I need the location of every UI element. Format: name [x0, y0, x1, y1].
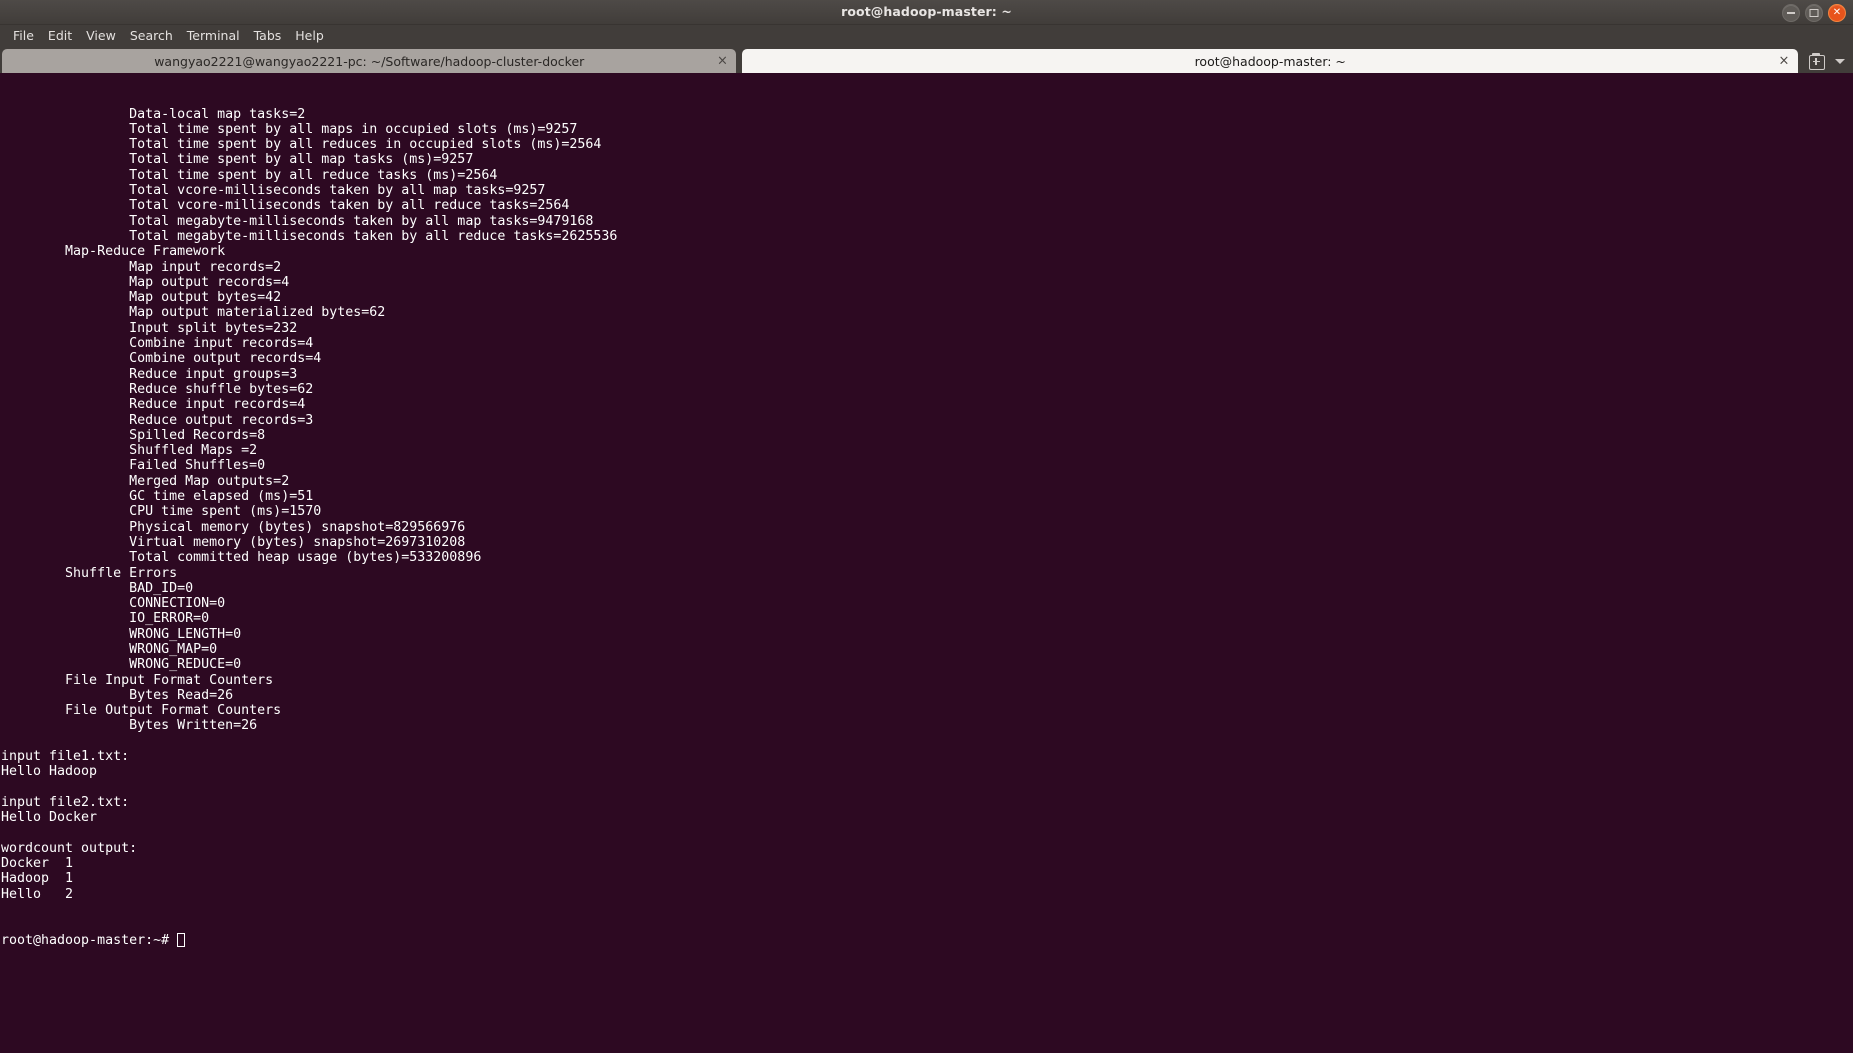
tab-close-icon[interactable]: × — [1778, 55, 1790, 68]
terminal-line: Shuffled Maps =2 — [1, 443, 258, 459]
terminal-line: WRONG_REDUCE=0 — [1, 657, 242, 673]
terminal-line: Map output records=4 — [1, 274, 290, 290]
terminal-body: Data-local map tasks=2 Total time spent … — [0, 107, 1853, 902]
terminal-line: Total time spent by all reduce tasks (ms… — [1, 167, 498, 183]
terminal-prompt-line: root@hadoop-master:~# — [0, 932, 1853, 948]
terminal-line: BAD_ID=0 — [1, 580, 194, 596]
chevron-down-icon[interactable] — [1835, 59, 1845, 64]
terminal-line: Hadoop 1 — [1, 871, 74, 887]
close-button[interactable]: ✕ — [1828, 4, 1846, 22]
menu-item-tabs[interactable]: Tabs — [247, 26, 289, 46]
terminal-line: Bytes Written=26 — [1, 718, 258, 734]
shell-prompt: root@hadoop-master:~# — [1, 932, 178, 948]
new-tab-icon[interactable] — [1808, 53, 1825, 70]
terminal-line: GC time elapsed (ms)=51 — [1, 489, 314, 505]
terminal-line: Hello 2 — [1, 886, 74, 902]
text-cursor — [177, 932, 186, 947]
terminal-line: Map output bytes=42 — [1, 290, 282, 306]
terminal-line: Docker 1 — [1, 856, 74, 872]
terminal-line: Reduce input records=4 — [1, 397, 306, 413]
terminal-line: Data-local map tasks=2 — [1, 106, 306, 122]
terminal-line: Combine input records=4 — [1, 336, 314, 352]
menu-item-help[interactable]: Help — [288, 26, 331, 46]
close-icon: ✕ — [1832, 7, 1842, 18]
title-bar: root@hadoop-master: ~ ✕ — [0, 0, 1853, 25]
terminal-line: Total megabyte-milliseconds taken by all… — [1, 228, 618, 244]
minimize-icon — [1787, 12, 1795, 14]
minimize-button[interactable] — [1782, 4, 1800, 22]
terminal-line: wordcount output: — [1, 840, 138, 856]
terminal-line: Hello Docker — [1, 810, 98, 826]
tab-hadoop-master[interactable]: root@hadoop-master: ~ × — [742, 49, 1798, 73]
tab-bar: wangyao2221@wangyao2221-pc: ~/Software/h… — [0, 46, 1853, 73]
terminal-line: WRONG_LENGTH=0 — [1, 626, 242, 642]
terminal-line: Input split bytes=232 — [1, 320, 298, 336]
terminal-line: File Output Format Counters — [1, 703, 290, 719]
tab-hadoop-cluster-docker[interactable]: wangyao2221@wangyao2221-pc: ~/Software/h… — [2, 49, 737, 73]
maximize-button[interactable] — [1805, 4, 1823, 22]
terminal-line: input file2.txt: — [1, 794, 130, 810]
tab-label: wangyao2221@wangyao2221-pc: ~/Software/h… — [154, 53, 585, 69]
terminal-line: Failed Shuffles=0 — [1, 458, 266, 474]
terminal-line: Physical memory (bytes) snapshot=8295669… — [1, 519, 466, 535]
maximize-icon — [1809, 9, 1819, 17]
terminal-line: Total time spent by all reduces in occup… — [1, 137, 602, 153]
terminal-line: Total vcore-milliseconds taken by all re… — [1, 198, 570, 214]
terminal-line: Shuffle Errors — [1, 565, 178, 581]
menu-item-search[interactable]: Search — [123, 26, 180, 46]
terminal-line: Bytes Read=26 — [1, 687, 234, 703]
menu-item-terminal[interactable]: Terminal — [180, 26, 247, 46]
terminal-line: WRONG_MAP=0 — [1, 641, 218, 657]
terminal-line: Map input records=2 — [1, 259, 282, 275]
terminal-line: IO_ERROR=0 — [1, 611, 210, 627]
terminal-line: Spilled Records=8 — [1, 427, 266, 443]
terminal-line: Virtual memory (bytes) snapshot=26973102… — [1, 534, 466, 550]
menu-item-edit[interactable]: Edit — [41, 26, 79, 46]
terminal-line: Merged Map outputs=2 — [1, 473, 290, 489]
window-controls: ✕ — [1782, 4, 1846, 22]
terminal-line: Total megabyte-milliseconds taken by all… — [1, 213, 594, 229]
terminal-line: CPU time spent (ms)=1570 — [1, 504, 322, 520]
terminal-line: Total vcore-milliseconds taken by all ma… — [1, 183, 546, 199]
terminal-line: File Input Format Counters — [1, 672, 282, 688]
terminal-output[interactable]: Data-local map tasks=2 Total time spent … — [0, 73, 1853, 1053]
terminal-line: Reduce input groups=3 — [1, 366, 298, 382]
terminal-line: Map-Reduce Framework — [1, 244, 226, 260]
tab-label: root@hadoop-master: ~ — [1194, 53, 1346, 69]
terminal-window: root@hadoop-master: ~ ✕ File Edit View S… — [0, 0, 1853, 1053]
tab-bar-actions — [1798, 53, 1853, 73]
menu-item-file[interactable]: File — [6, 26, 41, 46]
terminal-line: Total time spent by all maps in occupied… — [1, 121, 578, 137]
menu-bar: File Edit View Search Terminal Tabs Help — [0, 25, 1853, 46]
terminal-line: CONNECTION=0 — [1, 596, 226, 612]
tab-close-icon[interactable]: × — [716, 55, 728, 68]
terminal-line: Combine output records=4 — [1, 351, 322, 367]
terminal-line: Total committed heap usage (bytes)=53320… — [1, 550, 482, 566]
terminal-line: input file1.txt: — [1, 749, 130, 765]
window-title: root@hadoop-master: ~ — [841, 4, 1012, 19]
terminal-line: Total time spent by all map tasks (ms)=9… — [1, 152, 474, 168]
terminal-line: Reduce shuffle bytes=62 — [1, 381, 314, 397]
terminal-line: Map output materialized bytes=62 — [1, 305, 386, 321]
terminal-line: Hello Hadoop — [1, 764, 98, 780]
terminal-line: Reduce output records=3 — [1, 412, 314, 428]
menu-item-view[interactable]: View — [79, 26, 123, 46]
